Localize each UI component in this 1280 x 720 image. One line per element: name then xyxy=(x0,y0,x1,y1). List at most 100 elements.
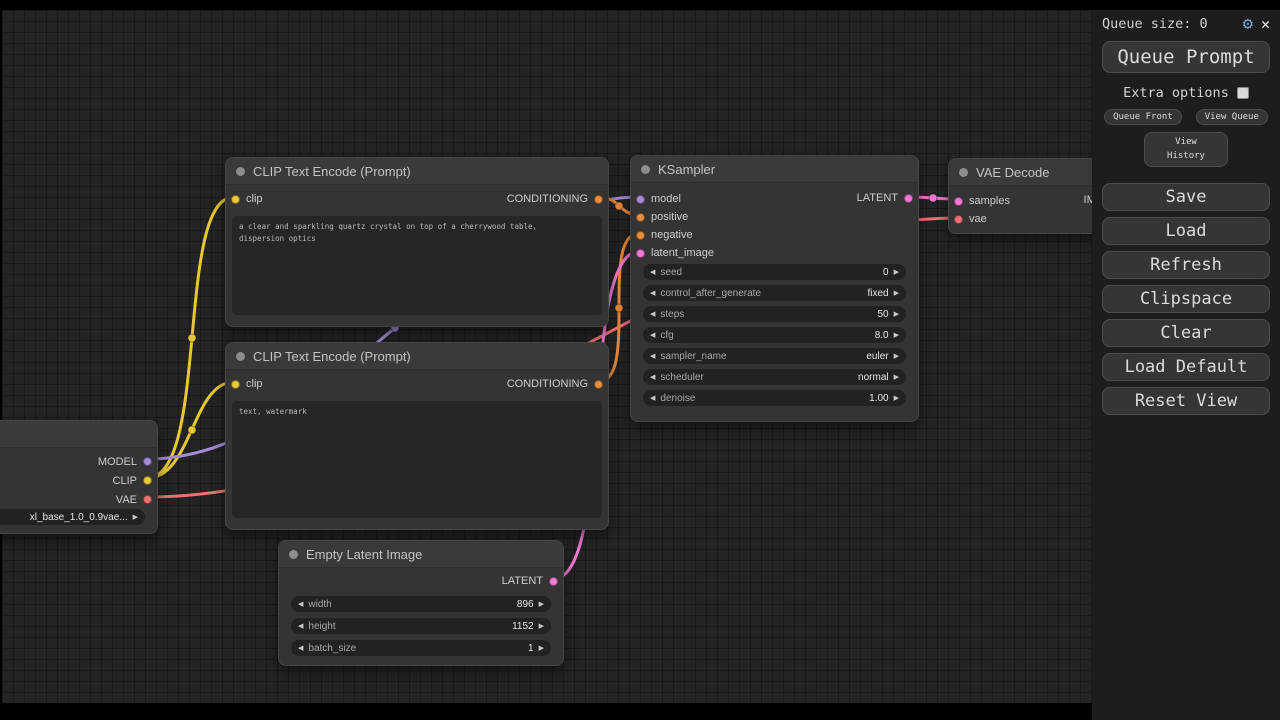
clip-output-label: CLIP xyxy=(113,475,137,487)
sampler-name-widget[interactable]: ◀ sampler_name euler ▶ xyxy=(643,348,906,364)
collapse-dot[interactable] xyxy=(236,167,245,176)
decrement-arrow-icon[interactable]: ◀ xyxy=(298,645,303,652)
decrement-arrow-icon[interactable]: ◀ xyxy=(650,353,655,360)
conditioning-output-label: CONDITIONING xyxy=(507,378,588,390)
node-title: Empty Latent Image xyxy=(306,547,422,562)
increment-arrow-icon[interactable]: ▶ xyxy=(894,395,899,402)
samples-input-label: samples xyxy=(969,195,1010,207)
view-history-button[interactable]: View History xyxy=(1144,132,1228,167)
close-icon[interactable]: ✕ xyxy=(1261,15,1270,33)
decrement-arrow-icon[interactable]: ◀ xyxy=(298,601,303,608)
node-header[interactable]: CLIP Text Encode (Prompt) xyxy=(226,343,608,370)
node-title: KSampler xyxy=(658,162,715,177)
extra-options-checkbox[interactable] xyxy=(1237,87,1249,99)
widget-name: batch_size xyxy=(308,643,356,654)
increment-arrow-icon[interactable]: ▶ xyxy=(539,623,544,630)
clip-text-encode-positive-node[interactable]: CLIP Text Encode (Prompt) clip CONDITION… xyxy=(225,157,609,327)
decrement-arrow-icon[interactable]: ◀ xyxy=(650,374,655,381)
conditioning-output-dot[interactable] xyxy=(594,195,603,204)
increment-arrow-icon[interactable]: ▶ xyxy=(894,332,899,339)
decrement-arrow-icon[interactable]: ◀ xyxy=(650,395,655,402)
node-header[interactable]: CLIP Text Encode (Prompt) xyxy=(226,158,608,185)
latent-output-label: LATENT xyxy=(502,575,543,587)
settings-gear-icon[interactable]: ⚙ xyxy=(1243,14,1253,34)
decrement-arrow-icon[interactable]: ◀ xyxy=(650,311,655,318)
control-after-generate-widget[interactable]: ◀ control_after_generate fixed ▶ xyxy=(643,285,906,301)
collapse-dot[interactable] xyxy=(236,352,245,361)
collapse-dot[interactable] xyxy=(641,165,650,174)
collapse-dot[interactable] xyxy=(959,168,968,177)
node-title: VAE Decode xyxy=(976,165,1049,180)
widget-name: steps xyxy=(660,309,684,320)
load-button[interactable]: Load xyxy=(1102,217,1270,245)
node-header[interactable] xyxy=(0,421,157,448)
load-default-button[interactable]: Load Default xyxy=(1102,353,1270,381)
node-title: CLIP Text Encode (Prompt) xyxy=(253,164,411,179)
increment-arrow-icon[interactable]: ▶ xyxy=(539,601,544,608)
top-black-bar xyxy=(0,0,1280,10)
denoise-widget[interactable]: ◀ denoise 1.00 ▶ xyxy=(643,390,906,406)
increment-arrow-icon[interactable]: ▶ xyxy=(894,269,899,276)
negative-input-dot[interactable] xyxy=(636,231,645,240)
model-output-dot[interactable] xyxy=(143,457,152,466)
node-header[interactable]: Empty Latent Image xyxy=(279,541,563,568)
clip-text-encode-negative-node[interactable]: CLIP Text Encode (Prompt) clip CONDITION… xyxy=(225,342,609,530)
increment-arrow-icon[interactable]: ▶ xyxy=(894,290,899,297)
reset-view-button[interactable]: Reset View xyxy=(1102,387,1270,415)
ckpt-name-widget[interactable]: ◀ xl_base_1.0_0.9vae... ▶ xyxy=(0,509,145,525)
widget-value: fixed xyxy=(867,288,888,299)
decrement-arrow-icon[interactable]: ◀ xyxy=(650,290,655,297)
decrement-arrow-icon[interactable]: ◀ xyxy=(650,269,655,276)
batch-size-widget[interactable]: ◀ batch_size 1 ▶ xyxy=(291,640,551,656)
widget-value: 50 xyxy=(877,309,888,320)
widget-name: denoise xyxy=(660,393,695,404)
queue-prompt-button[interactable]: Queue Prompt xyxy=(1102,41,1270,73)
collapse-dot[interactable] xyxy=(289,550,298,559)
refresh-button[interactable]: Refresh xyxy=(1102,251,1270,279)
conditioning-output-dot[interactable] xyxy=(594,380,603,389)
clip-input-dot[interactable] xyxy=(231,380,240,389)
queue-front-button[interactable]: Queue Front xyxy=(1104,109,1182,125)
samples-input-dot[interactable] xyxy=(954,197,963,206)
vae-output-dot[interactable] xyxy=(143,495,152,504)
empty-latent-image-node[interactable]: Empty Latent Image LATENT ◀ width 896 ▶ … xyxy=(278,540,564,666)
clip-input-dot[interactable] xyxy=(231,195,240,204)
vae-output-label: VAE xyxy=(116,494,137,506)
scheduler-widget[interactable]: ◀ scheduler normal ▶ xyxy=(643,369,906,385)
cfg-widget[interactable]: ◀ cfg 8.0 ▶ xyxy=(643,327,906,343)
negative-prompt-textarea[interactable]: text, watermark xyxy=(232,401,602,518)
view-queue-button[interactable]: View Queue xyxy=(1196,109,1268,125)
widget-value: 0 xyxy=(883,267,889,278)
widget-value: 1152 xyxy=(512,621,534,632)
checkpoint-loader-node[interactable]: MODEL CLIP VAE ◀ xl_base_1.0_0.9vae... ▶ xyxy=(0,420,158,534)
clip-output-dot[interactable] xyxy=(143,476,152,485)
increment-arrow-icon[interactable]: ▶ xyxy=(133,514,138,521)
model-output-label: MODEL xyxy=(98,456,137,468)
steps-widget[interactable]: ◀ steps 50 ▶ xyxy=(643,306,906,322)
seed-widget[interactable]: ◀ seed 0 ▶ xyxy=(643,264,906,280)
vae-input-dot[interactable] xyxy=(954,215,963,224)
widget-name: control_after_generate xyxy=(660,288,761,299)
increment-arrow-icon[interactable]: ▶ xyxy=(894,311,899,318)
positive-input-dot[interactable] xyxy=(636,213,645,222)
decrement-arrow-icon[interactable]: ◀ xyxy=(298,623,303,630)
positive-prompt-textarea[interactable]: a clear and sparkling quartz crystal on … xyxy=(232,216,602,315)
height-widget[interactable]: ◀ height 1152 ▶ xyxy=(291,618,551,634)
model-input-dot[interactable] xyxy=(636,195,645,204)
negative-input-label: negative xyxy=(651,229,693,241)
clipspace-button[interactable]: Clipspace xyxy=(1102,285,1270,313)
widget-value: euler xyxy=(866,351,888,362)
latent-output-dot[interactable] xyxy=(549,577,558,586)
increment-arrow-icon[interactable]: ▶ xyxy=(894,374,899,381)
node-header[interactable]: KSampler xyxy=(631,156,918,183)
increment-arrow-icon[interactable]: ▶ xyxy=(894,353,899,360)
increment-arrow-icon[interactable]: ▶ xyxy=(539,645,544,652)
latent-output-dot[interactable] xyxy=(904,194,913,203)
save-button[interactable]: Save xyxy=(1102,183,1270,211)
positive-input-label: positive xyxy=(651,211,688,223)
width-widget[interactable]: ◀ width 896 ▶ xyxy=(291,596,551,612)
decrement-arrow-icon[interactable]: ◀ xyxy=(650,332,655,339)
clear-button[interactable]: Clear xyxy=(1102,319,1270,347)
ksampler-node[interactable]: KSampler LATENT model positive negative … xyxy=(630,155,919,422)
latent-image-input-dot[interactable] xyxy=(636,249,645,258)
